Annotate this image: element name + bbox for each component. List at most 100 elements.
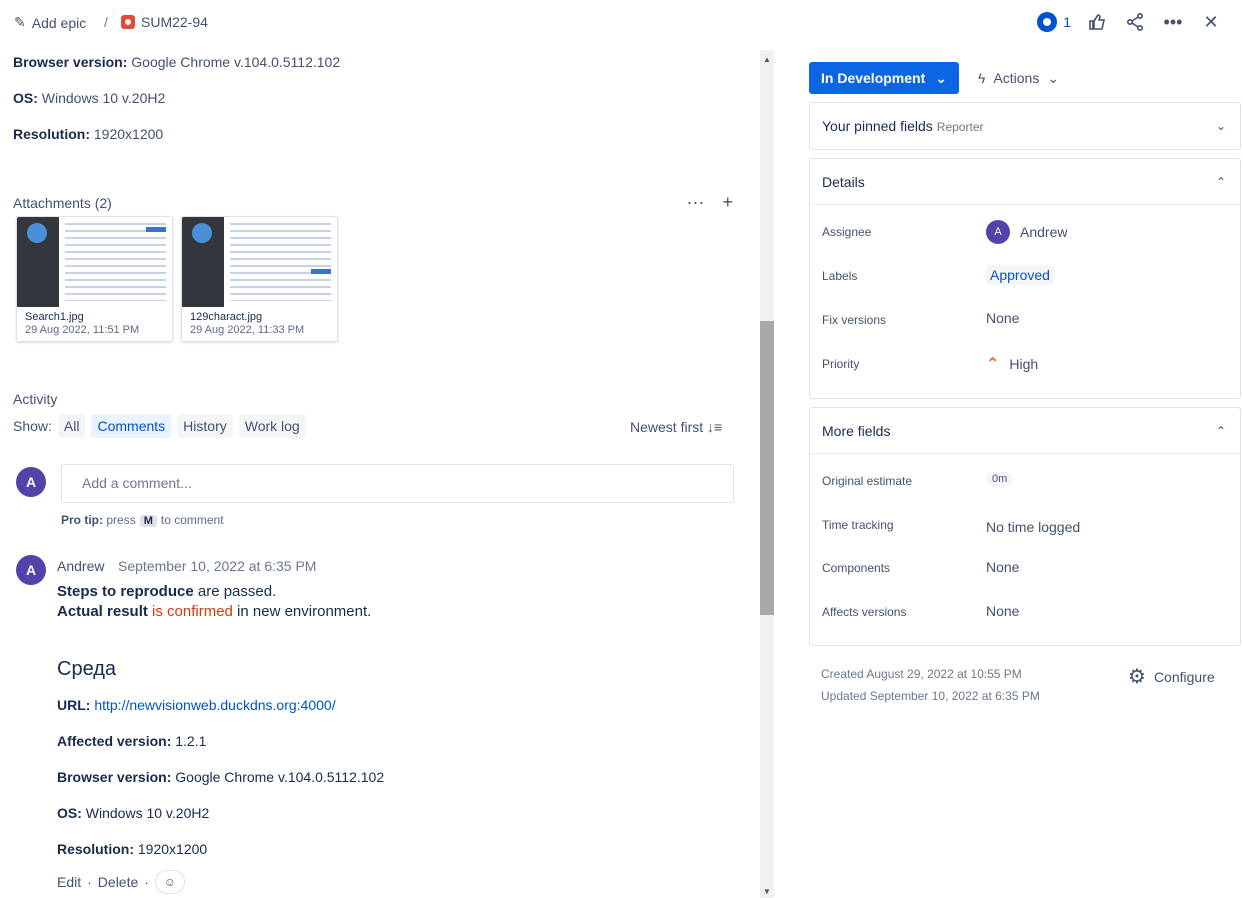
scrollbar-thumb[interactable] xyxy=(760,321,774,615)
details-header[interactable]: Details ⌃ xyxy=(810,159,1240,205)
pencil-icon: ✎ xyxy=(14,14,26,30)
comment-date: September 10, 2022 at 6:35 PM xyxy=(118,558,317,574)
comment-line-2-bold: Actual result xyxy=(57,603,148,620)
comment-author[interactable]: Andrew xyxy=(57,558,104,574)
affects-versions-label: Affects versions xyxy=(822,605,907,619)
show-label: Show: xyxy=(13,418,52,434)
pro-tip-press: press xyxy=(106,513,136,527)
comment-input[interactable]: Add a comment... xyxy=(61,464,734,503)
comment-heading: Среда xyxy=(57,658,117,680)
env-os-value: Windows 10 v.20H2 xyxy=(41,90,166,106)
attachment-card[interactable]: Search1.jpg 29 Aug 2022, 11:51 PM xyxy=(16,216,173,342)
comment-line-2-red: is confirmed xyxy=(147,603,233,620)
avatar: A xyxy=(16,555,46,585)
fix-versions-label: Fix versions xyxy=(822,313,887,327)
add-attachment-icon[interactable]: + xyxy=(722,192,733,213)
scroll-up-icon[interactable]: ▲ xyxy=(760,52,774,66)
status-label: In Development xyxy=(821,70,926,86)
configure-button[interactable]: ⚙ Configure xyxy=(1128,664,1215,689)
pinned-sub: Reporter xyxy=(936,120,984,134)
add-epic-link[interactable]: ✎ Add epic xyxy=(14,14,86,31)
watch-count: 1 xyxy=(1063,14,1071,30)
affects-versions-value[interactable]: None xyxy=(986,603,1019,619)
chevron-up-icon: ⌃ xyxy=(1215,174,1226,189)
lightning-icon: ϟ xyxy=(978,70,986,86)
comment-os: OS: Windows 10 v.20H2 xyxy=(57,805,209,821)
comment-url: URL: http://newvisionweb.duckdns.org:400… xyxy=(57,697,336,713)
c-browser-label: Browser version: xyxy=(57,769,172,785)
status-button[interactable]: In Development ⌄ xyxy=(809,62,959,94)
pro-tip-suffix: to comment xyxy=(160,513,224,527)
details-title: Details xyxy=(822,173,865,190)
attachment-list: Search1.jpg 29 Aug 2022, 11:51 PM 129cha… xyxy=(16,216,338,342)
url-link[interactable]: http://newvisionweb.duckdns.org:4000/ xyxy=(94,697,335,713)
details-panel: Details ⌃ Assignee A Andrew Labels Appro… xyxy=(809,158,1241,399)
issue-main-panel: Browser version: Google Chrome v.104.0.5… xyxy=(0,44,760,898)
attachment-name: 129charact.jpg xyxy=(190,311,263,323)
pinned-fields-header[interactable]: Your pinned fields Reporter ⌄ xyxy=(810,103,1240,149)
add-reaction-icon[interactable]: ☺ xyxy=(154,870,185,894)
env-browser-label: Browser version: xyxy=(13,54,128,70)
c-res-label: Resolution: xyxy=(57,841,134,857)
attachment-thumbnail xyxy=(182,217,337,307)
attachments-title: Attachments (2) xyxy=(13,194,112,211)
issue-key-link[interactable]: SUM22-94 xyxy=(121,14,208,30)
configure-label: Configure xyxy=(1153,668,1215,685)
env-res-label: Resolution: xyxy=(13,126,90,142)
original-estimate-value[interactable]: 0m xyxy=(986,472,1014,486)
edit-comment-link[interactable]: Edit xyxy=(57,874,81,890)
attachments-more-icon[interactable]: ··· xyxy=(687,192,705,213)
comment-resolution: Resolution: 1920x1200 xyxy=(57,841,207,857)
comment-line-2-rest: in new environment. xyxy=(232,603,372,620)
attachment-date: 29 Aug 2022, 11:51 PM xyxy=(25,324,140,336)
more-icon[interactable]: ••• xyxy=(1161,10,1185,34)
priority-high-icon: ⌃ xyxy=(986,356,1000,373)
filter-comments[interactable]: Comments xyxy=(91,414,172,438)
assignee-name: Andrew xyxy=(1020,224,1068,240)
add-epic-label: Add epic xyxy=(31,14,87,31)
sort-icon: ↓≡ xyxy=(707,419,723,435)
time-tracking-value[interactable]: No time logged xyxy=(986,519,1080,535)
affected-value: 1.2.1 xyxy=(175,733,207,749)
top-actions: 1 ••• ✕ xyxy=(1037,10,1223,34)
assignee-value[interactable]: A Andrew xyxy=(986,220,1067,244)
scroll-down-icon[interactable]: ▼ xyxy=(760,884,774,898)
chevron-down-icon: ⌄ xyxy=(1047,69,1060,86)
gear-icon: ⚙ xyxy=(1128,666,1146,688)
env-os-label: OS: xyxy=(13,90,38,106)
env-browser-value: Google Chrome v.104.0.5112.102 xyxy=(131,54,341,70)
estimate-pill: 0m xyxy=(986,472,1014,486)
shortcut-key: M xyxy=(139,515,157,527)
filter-all[interactable]: All xyxy=(57,414,86,438)
attachment-card[interactable]: 129charact.jpg 29 Aug 2022, 11:33 PM xyxy=(181,216,338,342)
close-icon[interactable]: ✕ xyxy=(1199,10,1223,34)
avatar: A xyxy=(16,467,46,497)
chevron-down-icon: ⌄ xyxy=(1215,119,1226,133)
watch-button[interactable]: 1 xyxy=(1037,12,1071,32)
comment-actions: Edit · Delete · ☺ xyxy=(57,870,185,894)
actions-label: Actions xyxy=(993,70,1040,86)
actions-button[interactable]: ϟ Actions ⌄ xyxy=(978,62,1059,94)
dot-separator: · xyxy=(144,874,149,890)
labels-value[interactable]: Approved xyxy=(986,265,1054,285)
label-pill[interactable]: Approved xyxy=(986,265,1054,285)
sort-newest-first[interactable]: Newest first ↓≡ xyxy=(630,419,722,435)
filter-history[interactable]: History xyxy=(177,414,233,438)
eye-icon xyxy=(1037,12,1058,32)
activity-title: Activity xyxy=(13,391,58,407)
comment-line-1-bold: Steps to reproduce xyxy=(57,583,194,600)
share-icon[interactable] xyxy=(1123,10,1147,34)
more-fields-header[interactable]: More fields ⌃ xyxy=(810,408,1240,454)
delete-comment-link[interactable]: Delete xyxy=(98,874,138,890)
components-value[interactable]: None xyxy=(986,559,1019,575)
priority-value[interactable]: ⌃ High xyxy=(986,354,1038,374)
fix-versions-value[interactable]: None xyxy=(986,310,1019,326)
filter-worklog[interactable]: Work log xyxy=(238,414,306,438)
updated-date: Updated September 10, 2022 at 6:35 PM xyxy=(821,689,1040,703)
thumbs-up-icon[interactable] xyxy=(1085,10,1109,34)
url-label: URL: xyxy=(57,697,91,713)
labels-label: Labels xyxy=(822,269,858,283)
comment-affected: Affected version: 1.2.1 xyxy=(57,733,206,749)
pro-tip: Pro tip: press Mto comment xyxy=(61,513,224,527)
chevron-down-icon: ⌄ xyxy=(935,69,947,86)
